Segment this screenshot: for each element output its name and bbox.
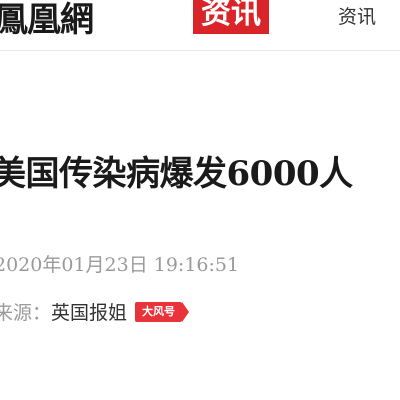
- site-logo[interactable]: 鳳凰網: [0, 0, 94, 41]
- source-badge[interactable]: 大风号: [135, 301, 190, 322]
- source-label: 来源：: [0, 302, 52, 324]
- source-name-link[interactable]: 英国报姐: [51, 302, 127, 324]
- article-title: 美国传染病爆发6000人: [0, 154, 353, 194]
- article-timestamp: 2020年01月23日 19:16:51: [0, 254, 240, 276]
- site-header: 鳳凰網 资讯 资讯: [0, 0, 400, 51]
- channel-badge[interactable]: 资讯: [193, 0, 269, 34]
- article-source: 来源：英国报姐 大风号: [0, 298, 190, 324]
- nav-link-news[interactable]: 资讯: [338, 2, 376, 29]
